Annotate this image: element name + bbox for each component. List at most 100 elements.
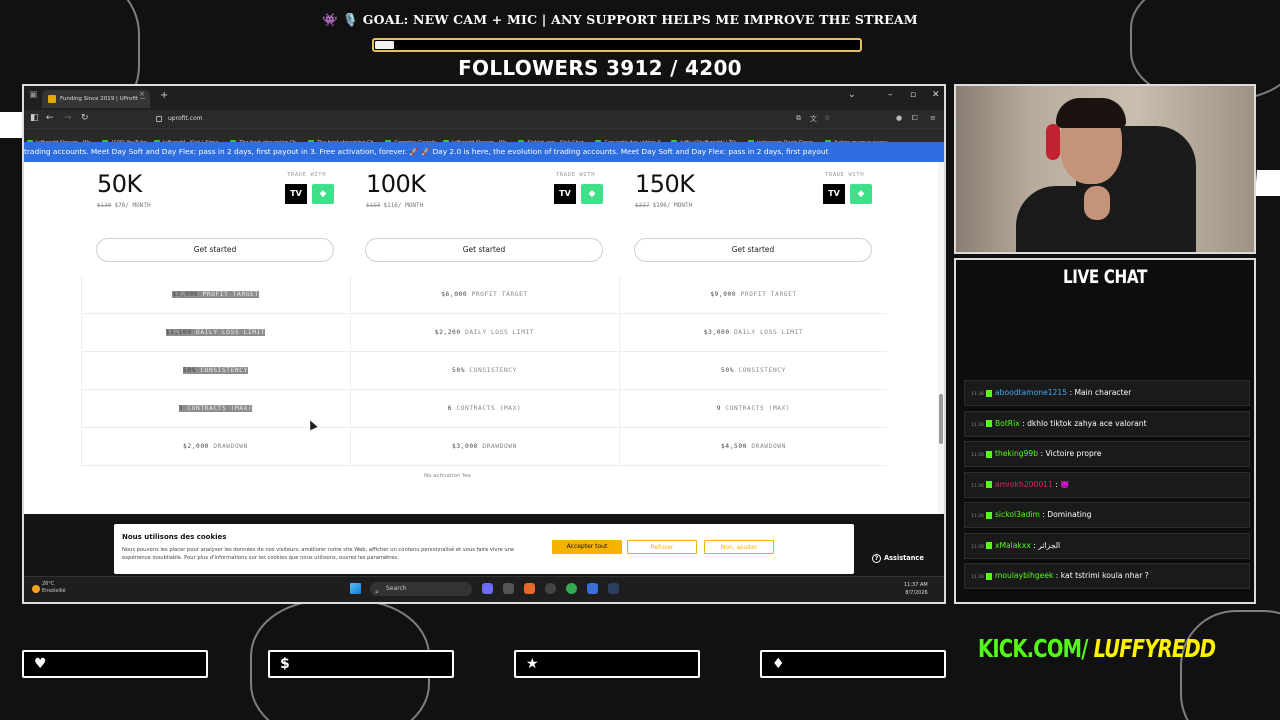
get-started-button[interactable]: Get started [365, 238, 603, 262]
rule-text: 9 CONTRACTS (MAX) [717, 405, 791, 412]
rule-label: CONSISTENCY [738, 367, 786, 374]
rule-value: $3,000 [172, 291, 199, 298]
close-window-icon[interactable]: ✕ [932, 90, 940, 100]
kick-url-channel: LUFFYREDD [1093, 634, 1216, 663]
plan-size: 150K [635, 170, 695, 198]
system-clock[interactable]: 11:37 AM 8/7/2026 [904, 581, 928, 597]
chat-timestamp: 11:36 [971, 575, 984, 580]
plan-rule-row: $6,000 PROFIT TARGET [351, 276, 618, 314]
rule-value: 50% [452, 367, 466, 374]
rule-label: CONTRACTS (MAX) [725, 405, 791, 412]
new-tab-button[interactable]: + [160, 90, 168, 101]
kick-badge-icon [985, 420, 992, 427]
rule-text: 50% CONSISTENCY [183, 367, 248, 374]
install-icon[interactable]: ⧉ [796, 114, 801, 123]
windows-taskbar: 26°C Ensoleillé ⌕ Search 11:37 AM 8/7/202… [24, 576, 944, 602]
plan-rule-row: 50% CONSISTENCY [82, 352, 349, 390]
plan-rule-row: 6 CONTRACTS (MAX) [351, 390, 618, 428]
plan-old-price: $327 [635, 202, 650, 209]
chat-username: aboodtamone1215 [994, 388, 1068, 397]
menu-icon[interactable]: ≡ [930, 114, 936, 122]
rule-text: 3 CONTRACTS (MAX) [178, 405, 253, 412]
rule-text: $2,200 DAILY LOSS LIMIT [435, 329, 534, 336]
taskbar-search[interactable]: ⌕ Search [370, 582, 472, 596]
dollar-box: $ [268, 650, 454, 678]
scrollbar-thumb[interactable] [939, 394, 943, 444]
cookie-title: Nous utilisons des cookies [122, 533, 227, 541]
adjust-button[interactable]: Non, ajuster [704, 540, 774, 554]
rule-label: PROFIT TARGET [202, 291, 259, 298]
plan-rule-row: $2,000 DRAWDOWN [82, 428, 349, 466]
forward-icon[interactable]: → [64, 113, 72, 123]
assistance-button[interactable]: ? Assistance [872, 554, 924, 563]
extensions-icon[interactable]: ⧠ [912, 114, 918, 123]
chat-message: 11:36 xMalakxx : الجزائر [964, 532, 1250, 559]
translate-icon[interactable]: 文 [810, 114, 817, 124]
browser-tab[interactable]: Funding Since 2019 | UProfit — [42, 90, 150, 108]
rule-value: 3 [178, 405, 184, 412]
rule-label: PROFIT TARGET [740, 291, 797, 298]
page-scrollbar[interactable] [938, 162, 944, 514]
maximize-icon[interactable]: ▫ [910, 90, 916, 100]
back-icon[interactable]: ← [46, 113, 54, 123]
platform-icon[interactable]: ◆ [312, 184, 334, 204]
firefox-icon[interactable] [524, 583, 535, 594]
streamer-hand [1084, 186, 1110, 220]
chat-message: 11:36 aboodtamone1215 : Main character [964, 380, 1250, 406]
plan-rules: $9,000 PROFIT TARGET $3,000 DAILY LOSS LI… [619, 276, 887, 466]
plan-rules: $6,000 PROFIT TARGET $2,200 DAILY LOSS LI… [350, 276, 618, 466]
profile-icon[interactable]: ● [896, 114, 902, 122]
plan-current-price: $116/ MONTH [383, 202, 424, 209]
get-started-button[interactable]: Get started [634, 238, 872, 262]
plan-rules: $3,000 PROFIT TARGET $1,100 DAILY LOSS LI… [81, 276, 349, 466]
chat-text: 👿 [1060, 479, 1070, 489]
rule-label: DAILY LOSS LIMIT [196, 329, 266, 336]
accept-all-button[interactable]: Accepter tout [552, 540, 622, 554]
promo-banner[interactable]: trading accounts. Meet Day Soft and Day … [24, 142, 944, 162]
platform-icon[interactable]: ◆ [581, 184, 603, 204]
obs-icon[interactable] [545, 583, 556, 594]
sun-icon [32, 585, 40, 593]
windows-start-icon[interactable] [350, 583, 361, 594]
chrome-icon[interactable] [566, 583, 577, 594]
tradingview-icon[interactable]: TV [285, 184, 307, 204]
steam-icon[interactable] [608, 583, 619, 594]
kick-badge-icon [985, 572, 992, 580]
goal-progress-bar [372, 38, 862, 52]
rule-text: $3,000 PROFIT TARGET [172, 291, 259, 298]
weather-widget[interactable]: 26°C Ensoleillé [32, 581, 66, 595]
file-explorer-icon[interactable] [503, 583, 514, 594]
tab-close-icon[interactable]: × [139, 90, 145, 98]
rule-text: $1,100 DAILY LOSS LIMIT [165, 329, 266, 336]
reload-icon[interactable]: ↻ [81, 113, 89, 123]
plan-rule-row: $2,200 DAILY LOSS LIMIT [351, 314, 618, 352]
tradingview-icon[interactable]: TV [554, 184, 576, 204]
kick-badge-icon [985, 389, 992, 397]
followers-counter: FOLLOWERS 3912 / 4200 [458, 56, 742, 80]
bookmark-star-icon[interactable]: ☆ [824, 114, 830, 122]
rule-label: DAILY LOSS LIMIT [465, 329, 535, 336]
refuse-button[interactable]: Refuser [627, 540, 697, 554]
chat-timestamp: 11:36 [971, 544, 984, 550]
chevron-down-icon[interactable]: ⌄ [848, 90, 856, 100]
plan-price: $193 $116/ MONTH [366, 202, 423, 209]
minimize-icon[interactable]: – [888, 90, 893, 100]
app-icon[interactable] [587, 583, 598, 594]
discord-icon[interactable] [482, 583, 493, 594]
url-text: uprofit.com [168, 115, 203, 122]
chat-text: Dominating [1047, 510, 1092, 519]
sidebar-icon[interactable]: ▣ [29, 90, 38, 100]
get-started-button[interactable]: Get started [96, 238, 334, 262]
dollar-icon: $ [280, 656, 290, 672]
sidebar-toggle-icon[interactable]: ◧ [30, 113, 39, 123]
chat-username: sickol3adim [994, 510, 1040, 519]
trade-with-label: TRADE WITH [287, 172, 327, 178]
url-field[interactable]: uprofit.com [154, 113, 794, 125]
no-activation-fee: No activation fee [424, 473, 471, 479]
kick-url-domain: KICK.COM/ [978, 634, 1088, 663]
chat-message: 11:36 moulaybihgeek : kat tstrimi koula n… [964, 563, 1250, 589]
rule-label: CONSISTENCY [200, 367, 248, 374]
tradingview-icon[interactable]: TV [823, 184, 845, 204]
platform-icon[interactable]: ◆ [850, 184, 872, 204]
heart-box: ♥ [22, 650, 208, 678]
